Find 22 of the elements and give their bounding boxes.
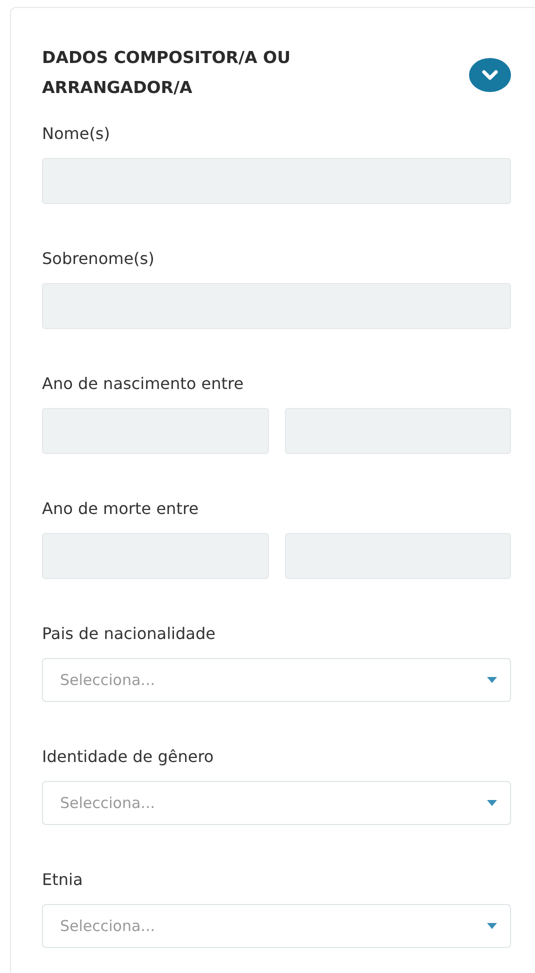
field-label: Ano de nascimento entre [42, 373, 245, 395]
input-field[interactable] [42, 408, 268, 454]
field-label: Identidade de gênero [42, 746, 215, 768]
input-field[interactable] [42, 533, 268, 579]
field-label: Pais de nacionalidade [42, 623, 216, 645]
field-label: Nome(s) [42, 123, 112, 145]
caret-icon [487, 677, 497, 683]
input-field[interactable] [42, 283, 511, 329]
caret-icon [487, 800, 497, 806]
caret-icon [487, 923, 497, 929]
field-label: Sobrenome(s) [42, 248, 156, 270]
panel-title: DADOS COMPOSITOR/A OU ARRANGADOR/A [42, 47, 292, 99]
dropdown-field[interactable]: Selecciona... [42, 781, 511, 825]
input-field[interactable] [42, 158, 511, 204]
field-label: Ano de morte entre [42, 498, 200, 520]
dropdown-field[interactable]: Selecciona... [42, 904, 511, 948]
dropdown-field[interactable]: Selecciona... [42, 658, 511, 702]
collapse-toggle-button[interactable] [469, 58, 511, 92]
field-label: Etnia [42, 869, 84, 891]
input-field[interactable] [284, 408, 511, 454]
chevron-down-icon [482, 69, 498, 81]
input-field[interactable] [284, 533, 511, 579]
